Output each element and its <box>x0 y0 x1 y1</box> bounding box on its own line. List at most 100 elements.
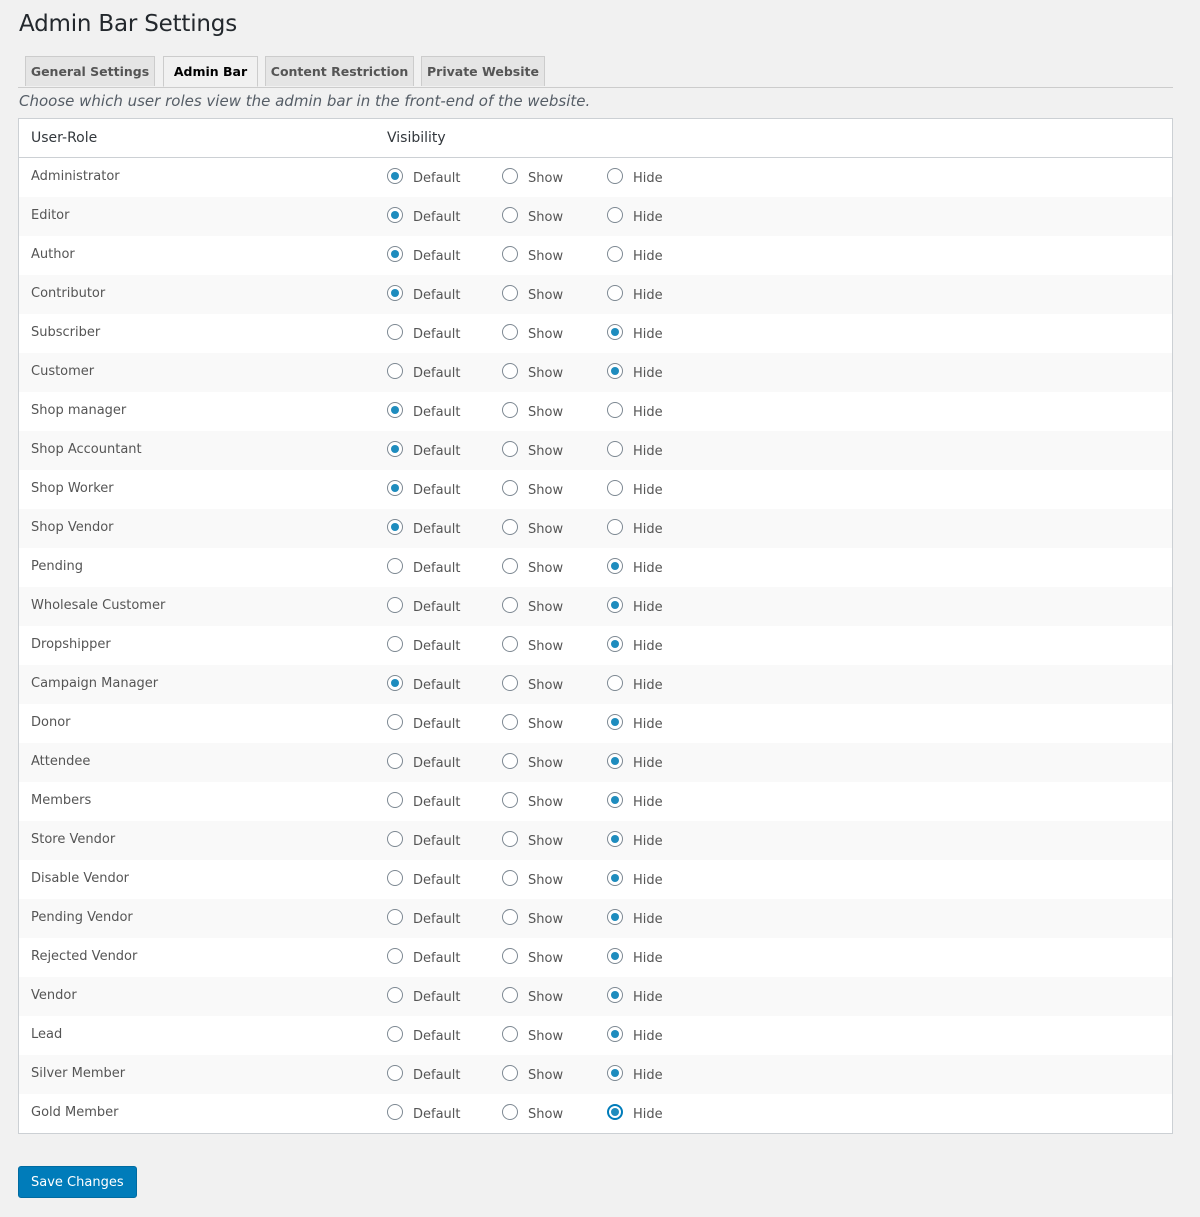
radio-default[interactable] <box>387 402 403 418</box>
radio-default[interactable] <box>387 363 403 379</box>
visibility-option-show[interactable]: Show <box>502 246 563 264</box>
visibility-option-hide[interactable]: Hide <box>607 363 663 381</box>
radio-default[interactable] <box>387 1104 403 1120</box>
visibility-option-show[interactable]: Show <box>502 792 563 810</box>
visibility-option-default[interactable]: Default <box>387 441 461 459</box>
visibility-option-default[interactable]: Default <box>387 246 461 264</box>
radio-default[interactable] <box>387 870 403 886</box>
visibility-option-show[interactable]: Show <box>502 1065 563 1083</box>
radio-hide[interactable] <box>607 207 623 223</box>
radio-hide[interactable] <box>607 519 623 535</box>
visibility-option-default[interactable]: Default <box>387 480 461 498</box>
radio-show[interactable] <box>502 168 518 184</box>
radio-default[interactable] <box>387 792 403 808</box>
visibility-option-show[interactable]: Show <box>502 714 563 732</box>
radio-default[interactable] <box>387 519 403 535</box>
visibility-option-show[interactable]: Show <box>502 675 563 693</box>
visibility-option-hide[interactable]: Hide <box>607 402 663 420</box>
visibility-option-default[interactable]: Default <box>387 909 461 927</box>
radio-show[interactable] <box>502 363 518 379</box>
visibility-option-hide[interactable]: Hide <box>607 207 663 225</box>
radio-hide[interactable] <box>607 402 623 418</box>
radio-show[interactable] <box>502 753 518 769</box>
radio-hide[interactable] <box>607 714 623 730</box>
visibility-option-hide[interactable]: Hide <box>607 909 663 927</box>
radio-default[interactable] <box>387 1026 403 1042</box>
radio-hide[interactable] <box>607 246 623 262</box>
visibility-option-default[interactable]: Default <box>387 636 461 654</box>
radio-show[interactable] <box>502 207 518 223</box>
radio-hide[interactable] <box>607 870 623 886</box>
radio-default[interactable] <box>387 909 403 925</box>
radio-show[interactable] <box>502 792 518 808</box>
visibility-option-show[interactable]: Show <box>502 870 563 888</box>
radio-hide[interactable] <box>607 324 623 340</box>
radio-show[interactable] <box>502 636 518 652</box>
radio-hide[interactable] <box>607 987 623 1003</box>
visibility-option-show[interactable]: Show <box>502 168 563 186</box>
visibility-option-show[interactable]: Show <box>502 480 563 498</box>
visibility-option-show[interactable]: Show <box>502 987 563 1005</box>
radio-default[interactable] <box>387 1065 403 1081</box>
visibility-option-default[interactable]: Default <box>387 207 461 225</box>
visibility-option-default[interactable]: Default <box>387 285 461 303</box>
visibility-option-show[interactable]: Show <box>502 831 563 849</box>
visibility-option-default[interactable]: Default <box>387 558 461 576</box>
radio-show[interactable] <box>502 1104 518 1120</box>
visibility-option-hide[interactable]: Hide <box>607 792 663 810</box>
radio-hide[interactable] <box>607 1026 623 1042</box>
visibility-option-show[interactable]: Show <box>502 597 563 615</box>
radio-default[interactable] <box>387 324 403 340</box>
visibility-option-default[interactable]: Default <box>387 402 461 420</box>
radio-hide[interactable] <box>607 285 623 301</box>
visibility-option-hide[interactable]: Hide <box>607 714 663 732</box>
visibility-option-hide[interactable]: Hide <box>607 987 663 1005</box>
visibility-option-hide[interactable]: Hide <box>607 285 663 303</box>
radio-hide[interactable] <box>607 441 623 457</box>
radio-show[interactable] <box>502 948 518 964</box>
radio-show[interactable] <box>502 1026 518 1042</box>
visibility-option-default[interactable]: Default <box>387 792 461 810</box>
visibility-option-hide[interactable]: Hide <box>607 168 663 186</box>
radio-default[interactable] <box>387 831 403 847</box>
radio-hide[interactable] <box>607 753 623 769</box>
visibility-option-default[interactable]: Default <box>387 753 461 771</box>
radio-show[interactable] <box>502 480 518 496</box>
visibility-option-show[interactable]: Show <box>502 753 563 771</box>
visibility-option-hide[interactable]: Hide <box>607 324 663 342</box>
radio-show[interactable] <box>502 675 518 691</box>
visibility-option-default[interactable]: Default <box>387 870 461 888</box>
visibility-option-show[interactable]: Show <box>502 558 563 576</box>
visibility-option-hide[interactable]: Hide <box>607 1065 663 1083</box>
visibility-option-show[interactable]: Show <box>502 948 563 966</box>
radio-default[interactable] <box>387 636 403 652</box>
visibility-option-hide[interactable]: Hide <box>607 636 663 654</box>
visibility-option-hide[interactable]: Hide <box>607 597 663 615</box>
radio-show[interactable] <box>502 597 518 613</box>
radio-show[interactable] <box>502 987 518 1003</box>
radio-show[interactable] <box>502 558 518 574</box>
visibility-option-default[interactable]: Default <box>387 831 461 849</box>
visibility-option-default[interactable]: Default <box>387 675 461 693</box>
tab-admin-bar[interactable]: Admin Bar <box>163 56 258 87</box>
radio-hide[interactable] <box>607 597 623 613</box>
visibility-option-show[interactable]: Show <box>502 285 563 303</box>
visibility-option-default[interactable]: Default <box>387 714 461 732</box>
radio-show[interactable] <box>502 441 518 457</box>
radio-show[interactable] <box>502 831 518 847</box>
radio-default[interactable] <box>387 246 403 262</box>
visibility-option-show[interactable]: Show <box>502 519 563 537</box>
visibility-option-show[interactable]: Show <box>502 636 563 654</box>
radio-hide[interactable] <box>607 636 623 652</box>
radio-hide[interactable] <box>607 480 623 496</box>
radio-default[interactable] <box>387 597 403 613</box>
visibility-option-show[interactable]: Show <box>502 441 563 459</box>
radio-hide[interactable] <box>607 1104 623 1120</box>
radio-hide[interactable] <box>607 948 623 964</box>
visibility-option-default[interactable]: Default <box>387 168 461 186</box>
visibility-option-hide[interactable]: Hide <box>607 948 663 966</box>
radio-hide[interactable] <box>607 792 623 808</box>
radio-show[interactable] <box>502 870 518 886</box>
radio-default[interactable] <box>387 168 403 184</box>
visibility-option-show[interactable]: Show <box>502 363 563 381</box>
